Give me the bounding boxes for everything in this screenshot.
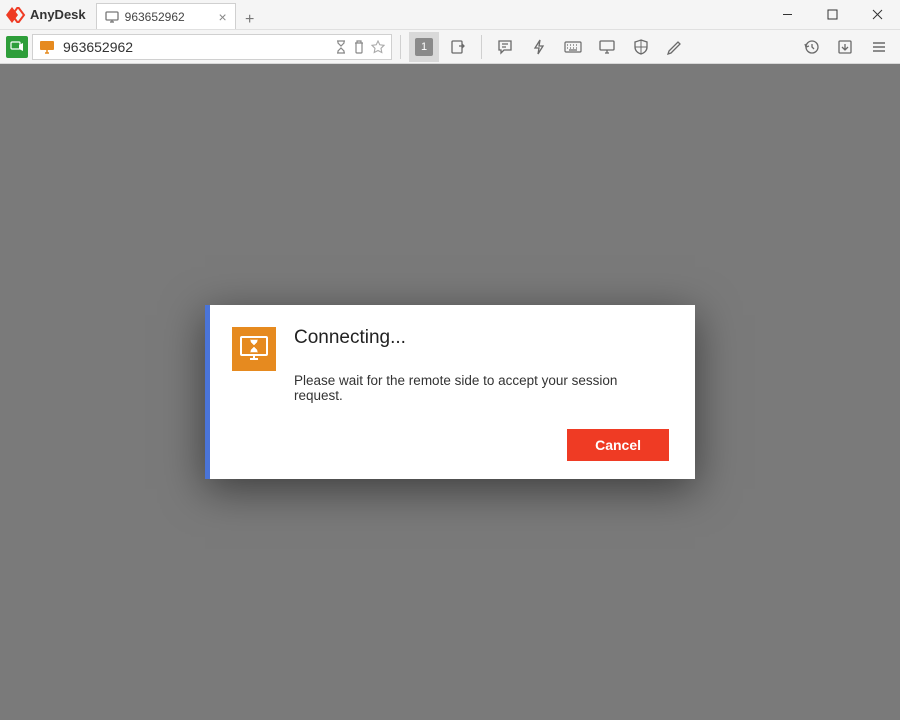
tab-label: 963652962 bbox=[125, 10, 185, 24]
new-tab-button[interactable]: + bbox=[236, 11, 264, 29]
remove-icon[interactable] bbox=[353, 40, 365, 54]
display-button[interactable] bbox=[592, 32, 622, 62]
whiteboard-button[interactable] bbox=[660, 32, 690, 62]
monitor-number-badge: 1 bbox=[415, 38, 433, 56]
tab-session[interactable]: 963652962 × bbox=[96, 3, 236, 29]
monitor-icon bbox=[39, 40, 55, 54]
connection-status-badge[interactable] bbox=[6, 36, 28, 58]
monitor-select-button[interactable]: 1 bbox=[409, 32, 439, 62]
app-brand: AnyDesk bbox=[0, 0, 96, 29]
cancel-button[interactable]: Cancel bbox=[567, 429, 669, 461]
titlebar: AnyDesk 963652962 × + bbox=[0, 0, 900, 30]
app-name: AnyDesk bbox=[30, 7, 86, 22]
minimize-button[interactable] bbox=[765, 0, 810, 29]
window-controls bbox=[765, 0, 900, 29]
menu-button[interactable] bbox=[864, 32, 894, 62]
hourglass-icon[interactable] bbox=[335, 40, 347, 54]
dialog-message: Please wait for the remote side to accep… bbox=[294, 373, 669, 403]
history-button[interactable] bbox=[796, 32, 826, 62]
address-bar[interactable]: 963652962 bbox=[32, 34, 392, 60]
dialog-actions: Cancel bbox=[294, 429, 669, 461]
tab-strip: 963652962 × + bbox=[96, 0, 264, 29]
close-button[interactable] bbox=[855, 0, 900, 29]
maximize-button[interactable] bbox=[810, 0, 855, 29]
toolbar-separator bbox=[481, 35, 482, 59]
tab-close-icon[interactable]: × bbox=[218, 10, 226, 24]
anydesk-logo-icon bbox=[6, 7, 26, 23]
address-value: 963652962 bbox=[63, 39, 327, 55]
download-button[interactable] bbox=[830, 32, 860, 62]
switch-sides-button[interactable] bbox=[443, 32, 473, 62]
dialog-body: Connecting... Please wait for the remote… bbox=[294, 327, 669, 461]
connecting-dialog: Connecting... Please wait for the remote… bbox=[205, 305, 695, 479]
actions-button[interactable] bbox=[524, 32, 554, 62]
toolbar-separator bbox=[400, 35, 401, 59]
dialog-title: Connecting... bbox=[294, 327, 669, 349]
keyboard-button[interactable] bbox=[558, 32, 588, 62]
favorite-icon[interactable] bbox=[371, 40, 385, 54]
monitor-icon bbox=[105, 11, 119, 23]
hourglass-monitor-icon bbox=[232, 327, 276, 371]
permissions-button[interactable] bbox=[626, 32, 656, 62]
chat-button[interactable] bbox=[490, 32, 520, 62]
content-area: Connecting... Please wait for the remote… bbox=[0, 64, 900, 720]
toolbar: 963652962 1 bbox=[0, 30, 900, 64]
address-right-icons bbox=[335, 40, 385, 54]
